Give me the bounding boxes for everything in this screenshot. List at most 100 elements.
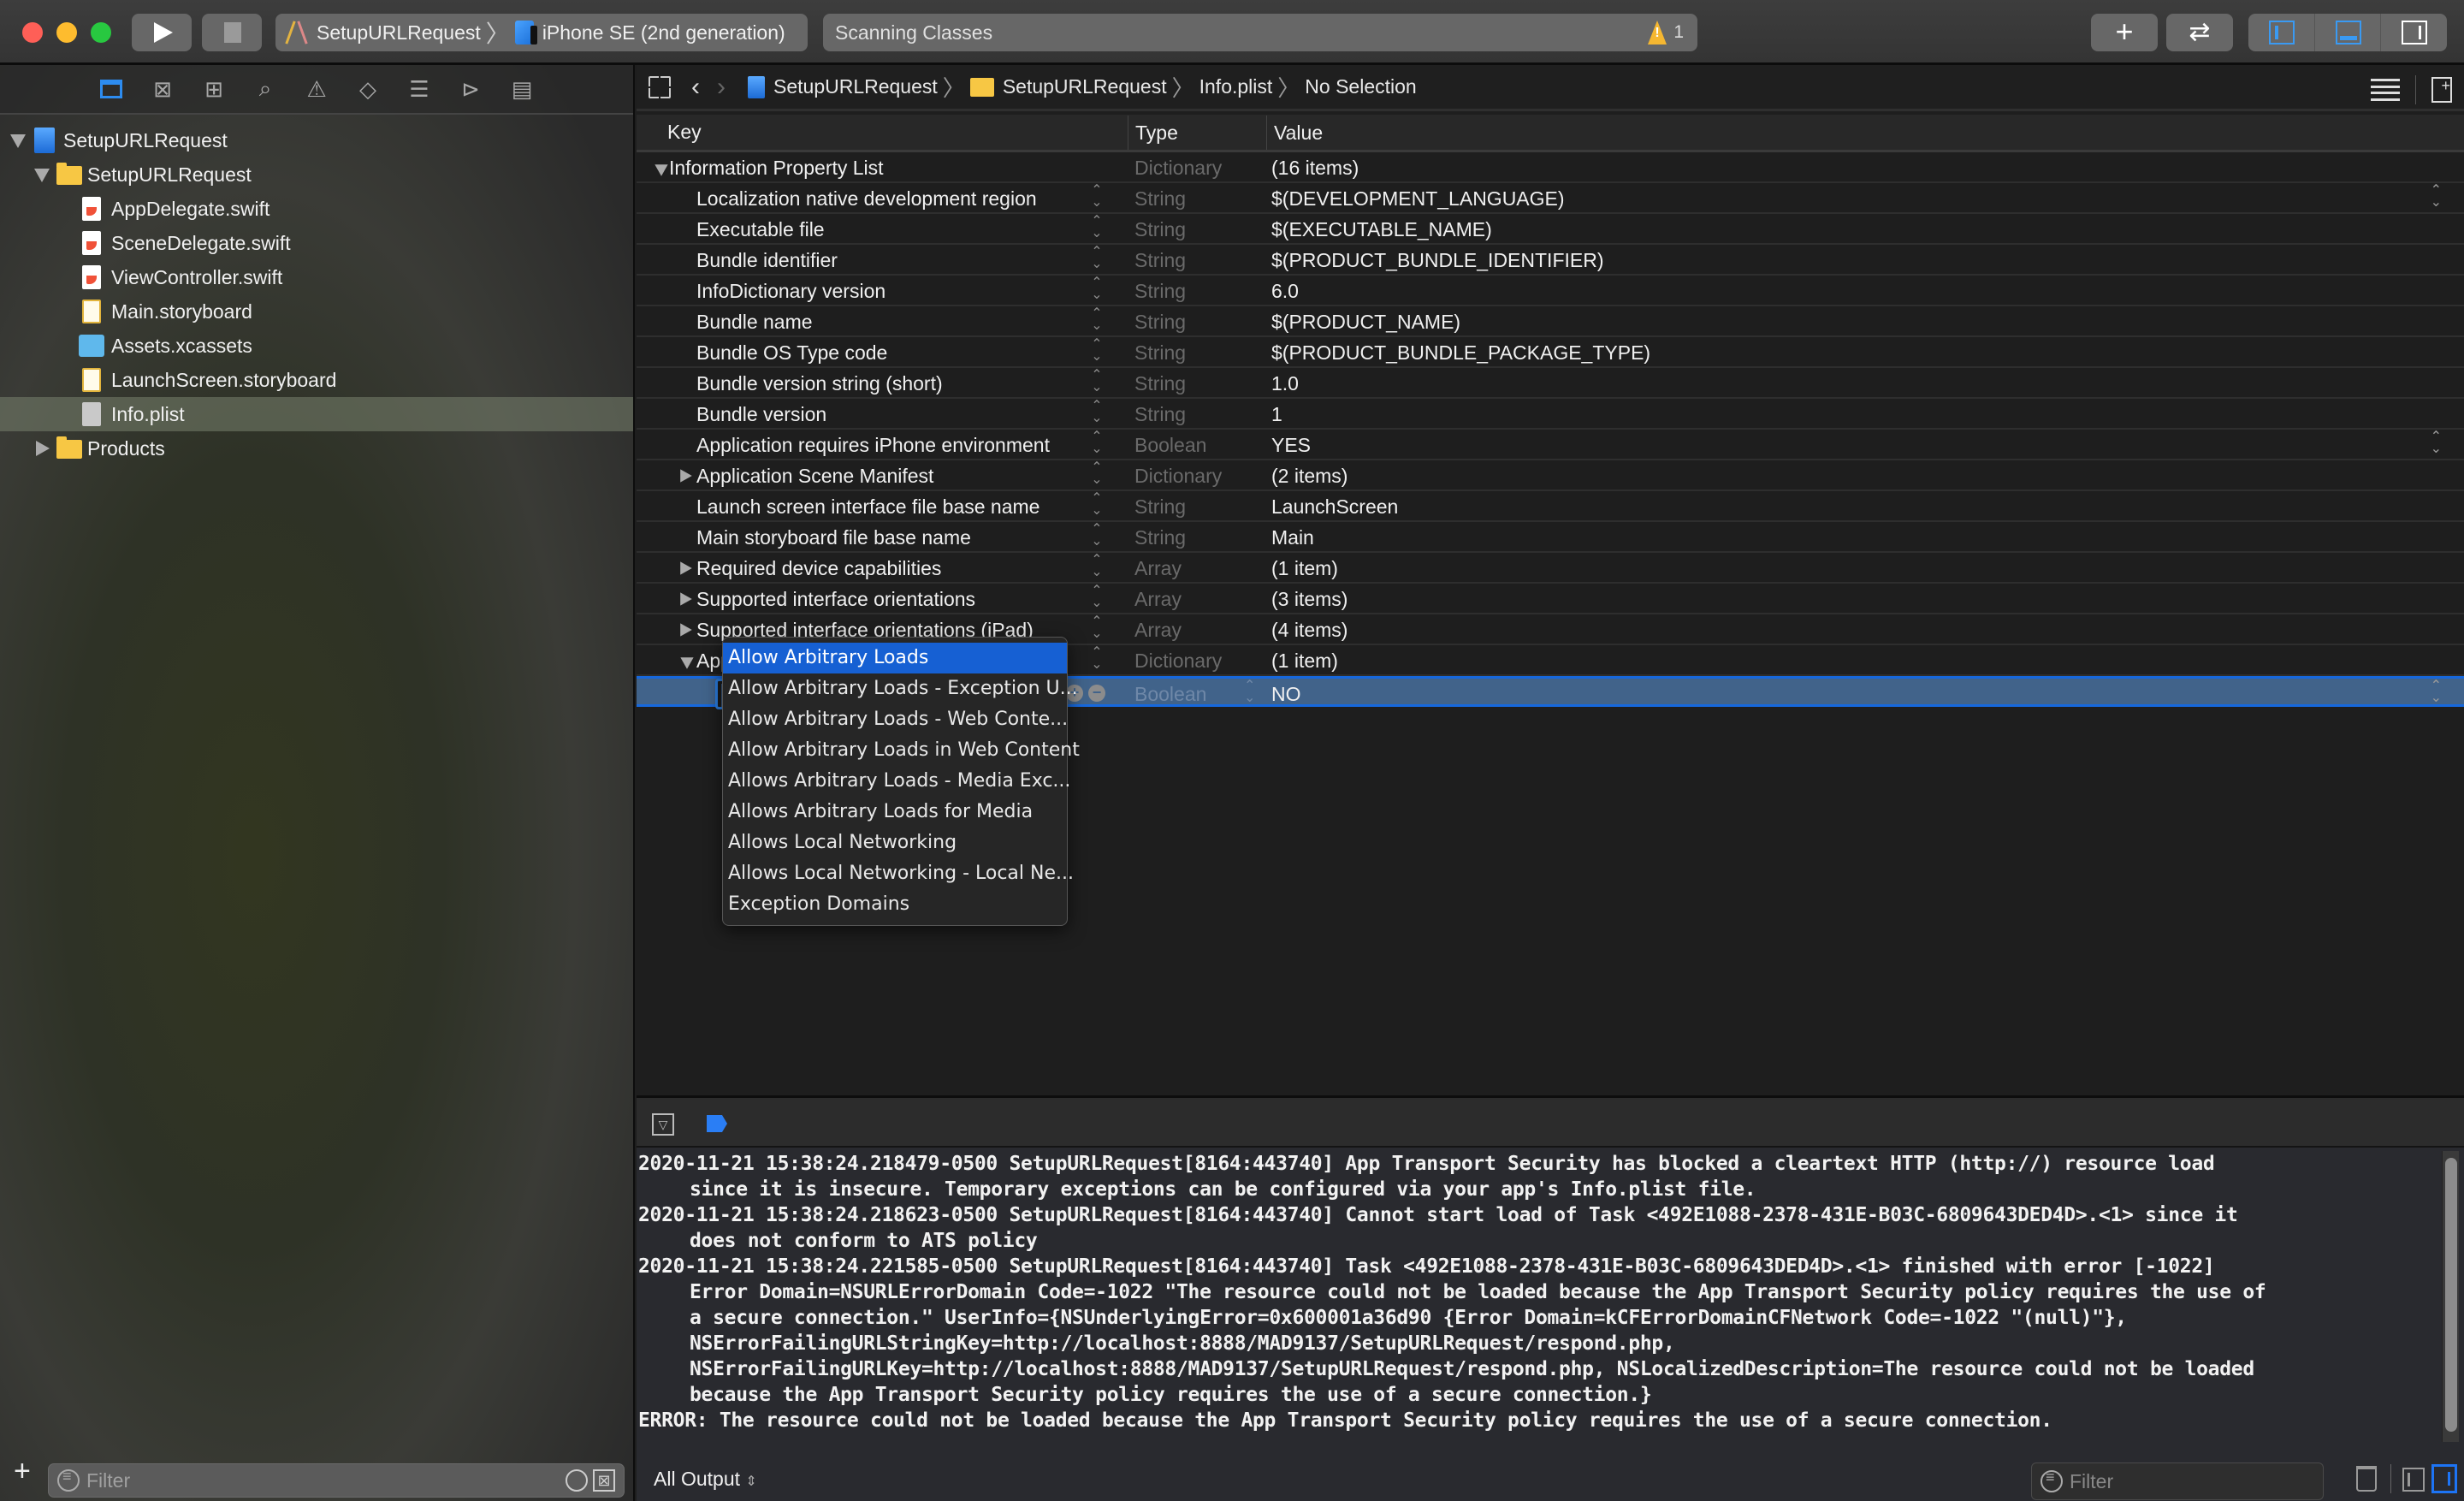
key-stepper-icon[interactable]: ⌃⌄ [1090,246,1104,271]
tree-item-file[interactable]: Assets.xcassets [0,329,633,363]
row-value[interactable]: (4 items) [1271,619,1348,642]
breakpoints-toggle-icon[interactable] [707,1115,727,1132]
console-filter-input[interactable]: Filter [2031,1462,2324,1500]
column-header-key[interactable]: Key [667,121,702,144]
minimize-window-button[interactable] [56,22,77,43]
key-stepper-icon[interactable]: ⌃⌄ [1090,646,1104,672]
related-items-icon[interactable] [649,75,671,98]
toggle-navigator-button[interactable] [2248,14,2315,51]
row-type[interactable]: String [1134,341,1186,365]
output-scope-selector[interactable]: All Output ⇕ [654,1468,757,1491]
plist-row[interactable]: Bundle version string (short) ⌃ ⌄ String 1.0 [637,368,2464,399]
plist-row[interactable]: Information Property List Dictionary (16 i… [637,152,2464,183]
warning-count[interactable]: 1 [1673,22,1684,43]
key-stepper-icon[interactable]: ⌃⌄ [1090,430,1104,456]
zoom-window-button[interactable] [91,22,111,43]
source-control-navigator-icon[interactable]: ⊠ [145,74,181,104]
row-type[interactable]: Array [1134,557,1182,580]
disclosure-collapsed-icon[interactable] [680,469,692,483]
source-control-filter-icon[interactable]: ⊠ [593,1469,615,1492]
close-window-button[interactable] [22,22,43,43]
breadcrumb-group[interactable]: SetupURLRequest [1003,75,1167,98]
row-key[interactable]: Bundle OS Type code [696,341,887,365]
recent-files-icon[interactable] [566,1469,588,1492]
suggestion-item[interactable]: Allow Arbitrary Loads - Exception U... [723,673,1078,704]
key-stepper-icon[interactable]: ⌃⌄ [1090,338,1104,364]
show-variables-view-icon[interactable] [2402,1468,2425,1492]
row-type[interactable]: String [1134,372,1186,395]
key-stepper-icon[interactable]: ⌃⌄ [1090,184,1104,210]
run-destination[interactable]: iPhone SE (2nd generation) [542,21,785,44]
row-key[interactable]: Main storyboard file base name [696,526,971,549]
symbol-navigator-icon[interactable]: ⊞ [196,74,232,104]
type-stepper-icon[interactable]: ⌃ ⌄ [1244,679,1255,705]
suggestion-item[interactable]: Allows Arbitrary Loads - Media Exc... [723,766,1070,797]
show-console-view-icon[interactable] [2431,1464,2457,1493]
key-stepper-icon[interactable]: ⌃⌄ [1090,615,1104,641]
add-editor-split-icon[interactable] [2431,77,2452,103]
back-button[interactable]: ‹ [691,73,700,102]
suggestion-item[interactable]: Exception Domains [723,889,1067,920]
breadcrumb-project[interactable]: SetupURLRequest [773,75,938,98]
row-key[interactable]: Bundle identifier [696,249,838,272]
plist-row[interactable]: Launch screen interface file base name ⌃ ⌄… [637,491,2464,522]
disclosure-collapsed-icon[interactable] [680,561,692,575]
row-value[interactable]: $(PRODUCT_BUNDLE_PACKAGE_TYPE) [1271,341,1650,365]
row-value[interactable]: (3 items) [1271,588,1348,611]
key-stepper-icon[interactable]: ⌃⌄ [1090,276,1104,302]
tree-item-file[interactable]: LaunchScreen.storyboard [0,363,633,397]
key-stepper-icon[interactable]: ⌃⌄ [1090,554,1104,579]
row-key[interactable]: Information Property List [669,157,884,180]
tree-item-file[interactable]: AppDelegate.swift [0,192,633,226]
row-value[interactable]: (1 item) [1271,650,1338,673]
row-type[interactable]: Boolean [1134,434,1206,457]
key-stepper-icon[interactable]: ⌃⌄ [1090,369,1104,395]
plist-row[interactable]: Required device capabilities ⌃ ⌄ Array (1 it… [637,553,2464,584]
row-value[interactable]: 1.0 [1271,372,1299,395]
disclosure-expanded-icon[interactable] [34,169,50,182]
scheme-project-name[interactable]: SetupURLRequest [317,21,481,44]
breadcrumb-selection[interactable]: No Selection [1305,75,1416,98]
row-key[interactable]: Executable file [696,218,825,241]
key-stepper-icon[interactable]: ⌃⌄ [1090,215,1104,240]
tree-item-file[interactable]: Main.storyboard [0,294,633,329]
row-value[interactable]: (16 items) [1271,157,1359,180]
tree-item-group[interactable]: Products [0,431,633,466]
suggestion-item[interactable]: Allows Local Networking - Local Ne... [723,858,1074,889]
plist-row[interactable]: Localization native development region ⌃ ⌄… [637,183,2464,214]
plist-row[interactable]: Bundle OS Type code ⌃ ⌄ String $(PRODUCT_BUN… [637,337,2464,368]
value-stepper-icon[interactable]: ⌃ ⌄ [2431,430,2442,456]
plist-row[interactable]: Bundle version ⌃ ⌄ String 1 [637,399,2464,430]
toggle-debug-area-button[interactable] [2315,14,2382,51]
disclosure-collapsed-icon[interactable] [680,623,692,637]
breakpoint-navigator-icon[interactable]: ⊳ [453,74,489,104]
value-stepper-icon[interactable]: ⌃ ⌄ [2431,184,2442,210]
row-key[interactable]: Application Scene Manifest [696,465,933,488]
row-type[interactable]: String [1134,280,1186,303]
row-type[interactable]: Dictionary [1134,650,1222,673]
row-type[interactable]: String [1134,187,1186,211]
row-type[interactable]: String [1134,495,1186,519]
row-key[interactable]: Supported interface orientations [696,588,975,611]
row-value[interactable]: $(PRODUCT_BUNDLE_IDENTIFIER) [1271,249,1604,272]
tree-item-file[interactable]: ViewController.swift [0,260,633,294]
row-value[interactable]: LaunchScreen [1271,495,1398,519]
row-type[interactable]: Array [1134,619,1182,642]
library-button[interactable]: + [2091,14,2158,51]
key-stepper-icon[interactable]: ⌃⌄ [1090,523,1104,549]
disclosure-expanded-icon[interactable] [10,134,26,148]
console-scrollbar[interactable] [2442,1151,2459,1442]
row-value[interactable]: 6.0 [1271,280,1299,303]
test-navigator-icon[interactable]: ◇ [350,74,386,104]
add-file-button[interactable]: + [14,1455,31,1488]
plist-row[interactable]: Bundle identifier ⌃ ⌄ String $(PRODUCT_BUNDL… [637,245,2464,276]
trash-icon[interactable] [2356,1466,2377,1492]
hide-debug-area-icon[interactable]: ▽ [652,1113,674,1136]
project-navigator-icon[interactable] [93,74,129,104]
warning-icon[interactable] [1648,21,1667,44]
disclosure-expanded-icon[interactable] [680,657,694,669]
suggestion-item[interactable]: Allows Arbitrary Loads for Media [723,797,1067,828]
tree-item-project[interactable]: SetupURLRequest [0,123,633,157]
column-header-type[interactable]: Type [1128,115,1178,150]
plist-row[interactable]: Bundle name ⌃ ⌄ String $(PRODUCT_NAME) [637,306,2464,337]
